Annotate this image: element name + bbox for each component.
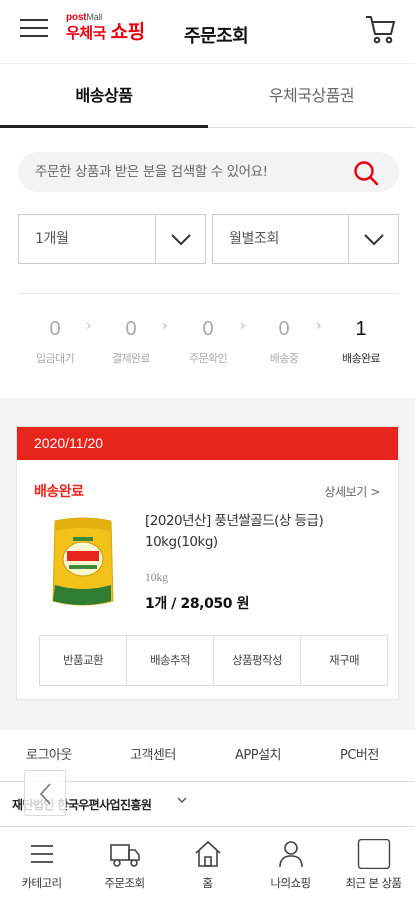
chevron-right-icon: › (162, 318, 168, 334)
nav-label: 최근 본 상품 (345, 876, 402, 890)
order-actions: 반품교환 배송추적 상품평작성 재구매 (39, 635, 388, 686)
order-card: 2020/11/20 배송완료 상세보기 > [2020년산] 풍년쌀골드(상 … (16, 426, 399, 700)
menu-icon[interactable] (20, 16, 48, 42)
nav-recent-products[interactable]: 최근 본 상품 (332, 827, 415, 900)
user-icon (274, 839, 308, 869)
step-pending-payment[interactable]: 0 입금대기 (20, 314, 90, 366)
pc-version-link[interactable]: PC버전 (340, 730, 379, 782)
step-label: 주문확인 (188, 352, 228, 365)
chevron-down-icon (155, 215, 205, 263)
app-install-link[interactable]: APP설치 (235, 730, 282, 782)
period-select[interactable]: 1개월 (18, 214, 206, 264)
customer-center-link[interactable]: 고객센터 (130, 730, 176, 782)
truck-icon (108, 839, 142, 869)
search-input[interactable] (18, 152, 338, 192)
step-count: 1 (355, 318, 367, 340)
bottom-nav: 카테고리 주문조회 홈 나의쇼핑 최근 본 상품 (0, 826, 415, 900)
search-bar (18, 152, 399, 192)
logo[interactable]: postMall 우체국 쇼핑 (66, 12, 162, 48)
nav-my-shopping[interactable]: 나의쇼핑 (249, 827, 332, 900)
recent-icon (357, 838, 391, 870)
nav-label: 나의쇼핑 (270, 876, 312, 890)
step-count: 0 (278, 318, 290, 340)
header: postMall 우체국 쇼핑 주문조회 (0, 0, 415, 64)
order-date: 2020/11/20 (17, 427, 398, 460)
mode-select[interactable]: 월별조회 (212, 214, 399, 264)
write-review-button[interactable]: 상품평작성 (214, 636, 301, 685)
step-count: 0 (125, 318, 137, 340)
product-name[interactable]: [2020년산] 풍년쌀골드(상 등급) 10kg(10kg) (145, 511, 385, 553)
tab-delivery-products[interactable]: 배송상품 (0, 64, 208, 128)
step-count: 0 (202, 318, 214, 340)
order-status: 배송완료 (34, 484, 84, 500)
period-select-value: 1개월 (35, 231, 69, 247)
mode-select-value: 월별조회 (229, 231, 279, 247)
step-label: 배송중 (269, 352, 299, 365)
tab-bar: 배송상품 우체국상품권 (0, 64, 415, 128)
product-image[interactable] (47, 515, 119, 611)
step-count: 0 (49, 318, 61, 340)
return-exchange-button[interactable]: 반품교환 (40, 636, 127, 685)
search-icon[interactable] (353, 160, 379, 186)
menu-icon (25, 839, 59, 869)
nav-order-lookup[interactable]: 주문조회 (83, 827, 166, 900)
back-button[interactable] (24, 770, 66, 816)
nav-category[interactable]: 카테고리 (0, 827, 83, 900)
home-icon (191, 839, 225, 869)
step-payment-complete[interactable]: 0 결제완료 (96, 314, 166, 366)
divider (18, 293, 399, 294)
logo-name: 우체국 쇼핑 (66, 21, 145, 43)
chevron-right-icon: › (240, 318, 246, 334)
chevron-right-icon: › (86, 318, 92, 334)
page-title: 주문조회 (184, 26, 249, 47)
product-price: 1개 / 28,050 원 (145, 596, 250, 612)
chevron-right-icon: › (316, 318, 322, 334)
nav-label: 카테고리 (21, 876, 63, 890)
chevron-down-icon (348, 215, 398, 263)
nav-label: 주문조회 (104, 876, 146, 890)
nav-home[interactable]: 홈 (166, 827, 249, 900)
step-shipping[interactable]: 0 배송중 (249, 314, 319, 366)
step-order-confirmed[interactable]: 0 주문확인 (173, 314, 243, 366)
cart-icon[interactable] (365, 14, 397, 44)
track-delivery-button[interactable]: 배송추적 (127, 636, 214, 685)
step-label: 배송완료 (341, 352, 381, 365)
step-label: 결제완료 (111, 352, 151, 365)
step-label: 입금대기 (35, 352, 75, 365)
step-delivered[interactable]: 1 배송완료 (326, 314, 396, 366)
chevron-down-icon (176, 794, 188, 809)
product-option: 10kg (145, 572, 168, 584)
detail-link[interactable]: 상세보기 > (324, 483, 380, 500)
nav-label: 홈 (202, 876, 214, 890)
reorder-button[interactable]: 재구매 (301, 636, 387, 685)
tab-gift-certificates[interactable]: 우체국상품권 (208, 64, 415, 128)
